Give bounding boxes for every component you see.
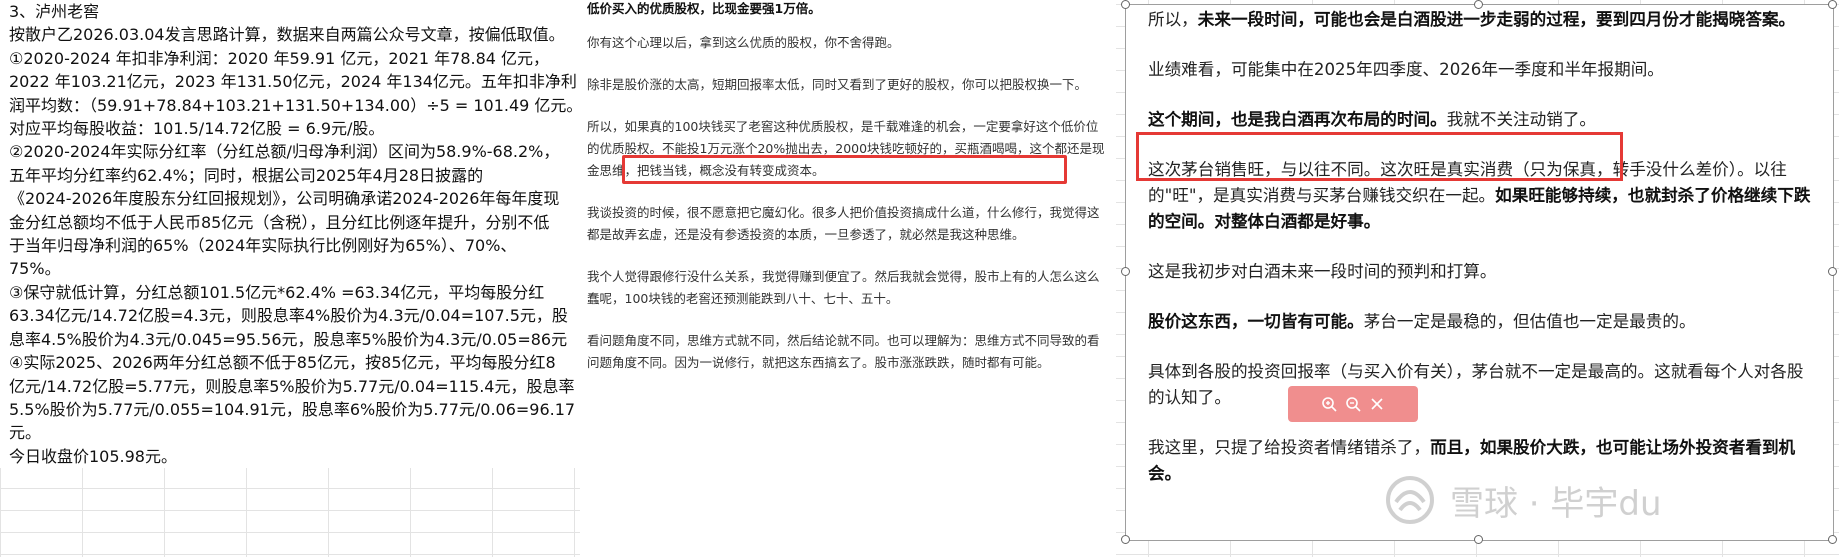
left-text-line: ④实际2025、2026两年分红总额不低于85亿元，按85亿元，平均每股分红8 bbox=[0, 351, 580, 375]
snowball-logo-icon bbox=[1386, 476, 1434, 524]
left-text-line: 五年平均分红率约62.4%；同时，根据公司2025年4月28日披露的 bbox=[0, 163, 580, 188]
right-text: 茅台一定是最稳的，但估值也一定是最贵的。 bbox=[1363, 312, 1696, 331]
resize-handle-top-center[interactable] bbox=[1474, 0, 1483, 9]
right-text: 所以， bbox=[1148, 10, 1198, 29]
right-article-image[interactable]: 所以，未来一段时间，可能也会是白酒股进一步走弱的过程，要到四月份才能揭晓答案。 … bbox=[1125, 4, 1834, 541]
left-text-line: 3、泸州老窖 bbox=[0, 0, 580, 24]
middle-article-image[interactable]: 低价买入的优质股权，比现金要强1万倍。 你有这个心理以后，拿到这么优质的股权，你… bbox=[580, 0, 1116, 557]
left-text-line: 75%。 bbox=[0, 257, 580, 281]
highlighted-sentence: 如果真的100块钱买了老窖这种优质股权，是千载难逢的机会， bbox=[624, 119, 974, 134]
middle-paragraph: 你有这个心理以后，拿到这么优质的股权，你不舍得跑。 bbox=[587, 35, 900, 50]
left-text-line: 润平均数：（59.91+78.84+103.21+131.50+134.00）÷… bbox=[0, 93, 580, 118]
right-bold-text: 这个期间，也是我白酒再次布局的时间。 bbox=[1148, 110, 1447, 129]
right-text: 我就不关注动销了。 bbox=[1446, 110, 1597, 129]
left-text-line: 息率4.5%股价为4.3元/0.045=95.56元，股息率5%股价为4.3元/… bbox=[0, 327, 580, 352]
right-paragraph: 具体到各股的投资回报率（与买入价有关），茅台就不一定是最高的。这就看每个人对各股… bbox=[1148, 362, 1804, 407]
left-text-line: 2022 年103.21亿元，2023 年131.50亿元，2024 年134亿… bbox=[0, 70, 580, 94]
right-bold-text: 未来一段时间，可能也会是白酒股进一步走弱的过程，要到四月份才能揭晓答案。 bbox=[1197, 10, 1796, 29]
red-highlight-box bbox=[622, 155, 1067, 184]
left-text-line: 5.5%股价为5.77元/0.055=104.91元，股息率6%股价为5.77元… bbox=[0, 397, 580, 422]
resize-handle-mid-left[interactable] bbox=[1121, 267, 1130, 276]
watermark: 雪球 · 毕宇du bbox=[1382, 470, 1662, 530]
resize-handle-bottom-center[interactable] bbox=[1474, 535, 1483, 544]
right-text: 我这里，只提了给投资者情绪错杀了， bbox=[1148, 438, 1431, 457]
resize-handle-mid-right[interactable] bbox=[1828, 267, 1837, 276]
left-text-line: ①2020-2024 年扣非净利润：2020 年59.91 亿元，2021 年7… bbox=[0, 46, 580, 71]
left-text-line: 亿元/14.72亿股=5.77元，则股息率5%股价为5.77元/0.04=115… bbox=[0, 374, 580, 398]
middle-paragraph: 我个人觉得跟修行没什么关系，我觉得赚到便宜了。然后我就会觉得，股市上有的人怎么这… bbox=[587, 269, 1100, 306]
left-text-line: ③保守就低计算，分红总额101.5亿元*62.4% =63.34亿元，平均每股分… bbox=[0, 280, 580, 305]
middle-paragraph: 看问题角度不同，思维方式就不同，然后结论就不同。也可以理解为：思维方式不同导致的… bbox=[587, 333, 1100, 370]
close-icon[interactable] bbox=[1369, 396, 1385, 412]
right-paragraph: 业绩难看，可能集中在2025年四季度、2026年一季度和半年报期间。 bbox=[1148, 60, 1664, 79]
resize-handle-top-right[interactable] bbox=[1828, 0, 1837, 9]
left-text-line: 《2024-2026年度股东分红回报规划》，公司明确承诺2024-2026年每年… bbox=[0, 187, 580, 211]
right-bold-text: 股价这东西，一切皆有可能。 bbox=[1148, 312, 1364, 331]
left-text-line: 对应平均每股收益：101.5/14.72亿股 = 6.9元/股。 bbox=[0, 117, 580, 141]
left-text-panel: 3、泸州老窖 按散户乙2026.03.04发言思路计算，数据来自两篇公众号文章，按… bbox=[0, 0, 580, 557]
resize-handle-top-left[interactable] bbox=[1121, 0, 1130, 9]
left-text-line: 元。 bbox=[0, 421, 580, 445]
right-paragraph: 这个期间，也是我白酒再次布局的时间。我就不关注动销了。 bbox=[1148, 107, 1813, 133]
left-text-line: 金分红总额均不低于人民币85亿元（含税），且分红比例逐年提升，分别不低 bbox=[0, 210, 580, 235]
middle-paragraph: 我谈投资的时候，很不愿意把它魔幻化。很多人把价值投资搞成什么道，什么修行，我觉得… bbox=[587, 205, 1100, 242]
zoom-out-icon[interactable] bbox=[1345, 396, 1361, 412]
right-paragraph: 股价这东西，一切皆有可能。茅台一定是最稳的，但估值也一定是最贵的。 bbox=[1148, 309, 1813, 335]
left-text-line: 按散户乙2026.03.04发言思路计算，数据来自两篇公众号文章，按偏低取值。 bbox=[0, 23, 580, 47]
left-text-line: 于当年归母净利润的65%（2024年实际执行比例刚好为65%）、70%、 bbox=[0, 234, 580, 258]
middle-paragraph: 除非是股价涨的太高，短期回报率太低，同时又看到了更好的股权，你可以把股权换一下。 bbox=[587, 77, 1088, 92]
right-paragraph: 这是我初步对白酒未来一段时间的预判和打算。 bbox=[1148, 262, 1497, 281]
resize-handle-bottom-right[interactable] bbox=[1828, 535, 1837, 544]
right-paragraph: 所以，未来一段时间，可能也会是白酒股进一步走弱的过程，要到四月份才能揭晓答案。 bbox=[1148, 7, 1813, 33]
left-text-line: ②2020-2024年实际分红率（分红总额/归母净利润）区间为58.9%-68.… bbox=[0, 140, 580, 164]
left-text-line: 今日收盘价105.98元。 bbox=[0, 444, 580, 469]
watermark-text: 雪球 · 毕宇du bbox=[1450, 483, 1662, 524]
middle-text: 所以， bbox=[587, 119, 625, 134]
left-text-line: 63.34亿元/14.72亿股=4.3元，则股息率4%股价为4.3元/0.04=… bbox=[0, 304, 580, 328]
resize-handle-bottom-left[interactable] bbox=[1121, 535, 1130, 544]
floating-image-toolbar[interactable] bbox=[1288, 386, 1418, 422]
zoom-in-icon[interactable] bbox=[1321, 396, 1337, 412]
middle-top-line: 低价买入的优质股权，比现金要强1万倍。 bbox=[587, 1, 821, 16]
red-highlight-box bbox=[1136, 132, 1623, 181]
